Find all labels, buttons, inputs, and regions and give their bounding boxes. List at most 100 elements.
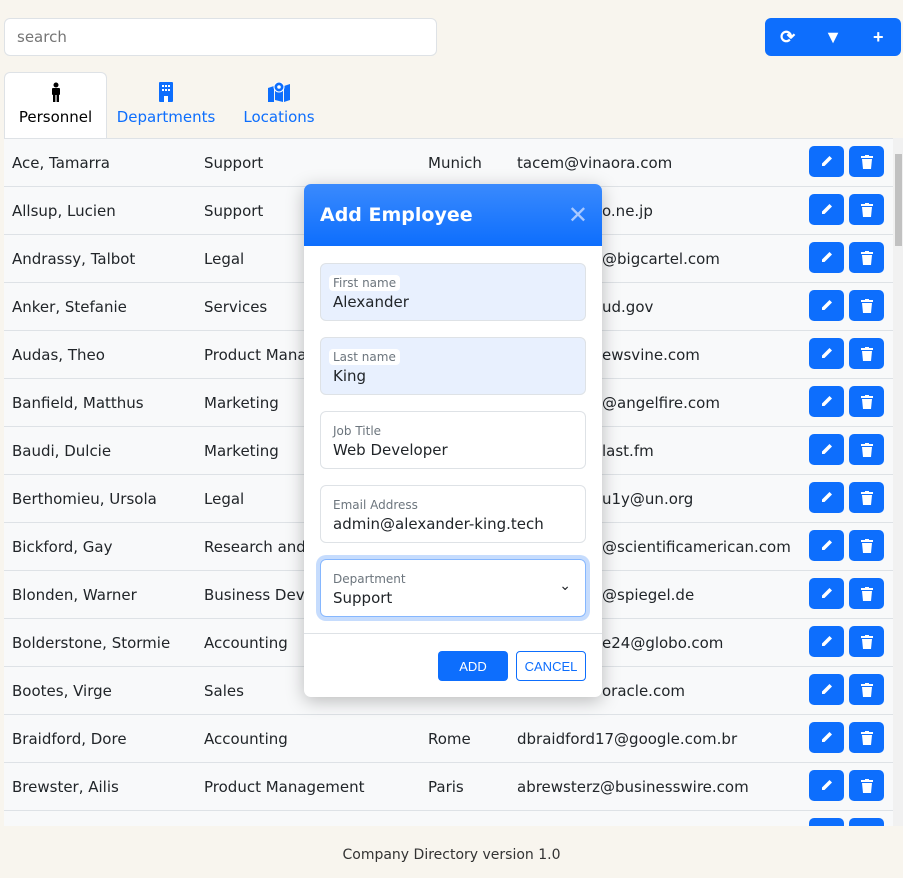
employee-email: tacem@vinaora.com bbox=[517, 154, 673, 172]
pencil-icon bbox=[822, 540, 832, 550]
employee-email: @bigcartel.com bbox=[602, 250, 720, 268]
delete-button[interactable] bbox=[849, 338, 884, 369]
tab-personnel[interactable]: Personnel bbox=[4, 72, 107, 138]
tab-departments[interactable]: Departments bbox=[112, 72, 220, 138]
delete-button[interactable] bbox=[849, 194, 884, 225]
edit-button[interactable] bbox=[809, 146, 844, 177]
field-value: Web Developer bbox=[333, 441, 448, 459]
cancel-button[interactable]: CANCEL bbox=[516, 651, 586, 681]
employee-name: Berthomieu, Ursola bbox=[12, 490, 157, 508]
tab-label: Locations bbox=[243, 108, 315, 126]
employee-name: Braidford, Dore bbox=[12, 730, 127, 748]
edit-button[interactable] bbox=[809, 386, 844, 417]
employee-name: Andrassy, Talbot bbox=[12, 250, 136, 268]
edit-button[interactable] bbox=[809, 578, 844, 609]
pencil-icon bbox=[822, 252, 832, 262]
field-label: Department bbox=[333, 572, 406, 586]
delete-button[interactable] bbox=[849, 386, 884, 417]
pencil-icon bbox=[822, 780, 832, 790]
search-input[interactable] bbox=[4, 18, 437, 56]
delete-button[interactable] bbox=[849, 530, 884, 561]
delete-button[interactable] bbox=[849, 722, 884, 753]
employee-name: Allsup, Lucien bbox=[12, 202, 116, 220]
pencil-icon bbox=[822, 444, 832, 454]
employee-email: @angelfire.com bbox=[602, 394, 720, 412]
edit-button[interactable] bbox=[809, 674, 844, 705]
delete-button[interactable] bbox=[849, 434, 884, 465]
field-label: First name bbox=[329, 275, 401, 291]
scrollbar[interactable] bbox=[893, 138, 903, 826]
edit-button[interactable] bbox=[809, 482, 844, 513]
trash-icon bbox=[860, 298, 873, 313]
delete-button[interactable] bbox=[849, 146, 884, 177]
employee-name: Bootes, Virge bbox=[12, 682, 112, 700]
delete-button[interactable] bbox=[849, 674, 884, 705]
employee-location: Rome bbox=[428, 730, 471, 748]
field-value: admin@alexander-king.tech bbox=[333, 515, 544, 533]
edit-button[interactable] bbox=[809, 338, 844, 369]
edit-button[interactable] bbox=[809, 242, 844, 273]
trash-icon bbox=[860, 634, 873, 649]
field-value: King bbox=[333, 367, 367, 385]
refresh-icon[interactable]: ⟳ bbox=[773, 27, 803, 48]
employee-name: Bickford, Gay bbox=[12, 538, 113, 556]
employee-department: Accounting bbox=[204, 730, 288, 748]
tab-locations[interactable]: Locations bbox=[225, 72, 333, 138]
field-value: Alexander bbox=[333, 293, 409, 311]
pencil-icon bbox=[822, 492, 832, 502]
email-field[interactable]: Email Address admin@alexander-king.tech bbox=[320, 485, 586, 543]
edit-button[interactable] bbox=[809, 626, 844, 657]
delete-button[interactable] bbox=[849, 626, 884, 657]
filter-icon[interactable]: ▼ bbox=[818, 27, 848, 48]
edit-button[interactable] bbox=[809, 290, 844, 321]
delete-button[interactable] bbox=[849, 770, 884, 801]
employee-email: dbraidford17@google.com.br bbox=[517, 730, 738, 748]
employee-email: o.ne.jp bbox=[602, 202, 653, 220]
delete-button[interactable] bbox=[849, 818, 884, 826]
add-button[interactable]: ADD bbox=[438, 651, 508, 681]
edit-button[interactable] bbox=[809, 722, 844, 753]
employee-email: u1y@un.org bbox=[602, 490, 694, 508]
plus-icon[interactable]: + bbox=[863, 27, 893, 48]
department-select[interactable]: Department Support ⌄ bbox=[320, 559, 586, 617]
employee-department: Product Management bbox=[204, 778, 365, 796]
scrollbar-thumb[interactable] bbox=[895, 154, 902, 246]
edit-button[interactable] bbox=[809, 194, 844, 225]
edit-button[interactable] bbox=[809, 818, 844, 826]
employee-name: Banfield, Matthus bbox=[12, 394, 144, 412]
employee-name: Baudi, Dulcie bbox=[12, 442, 112, 460]
delete-button[interactable] bbox=[849, 578, 884, 609]
person-icon bbox=[51, 82, 60, 102]
table-row bbox=[4, 811, 893, 826]
first-name-field[interactable]: First name Alexander bbox=[320, 263, 586, 321]
trash-icon bbox=[860, 442, 873, 457]
employee-department: Marketing bbox=[204, 394, 279, 412]
employee-location: Paris bbox=[428, 778, 464, 796]
footer-text: Company Directory version 1.0 bbox=[342, 847, 561, 863]
edit-button[interactable] bbox=[809, 770, 844, 801]
delete-button[interactable] bbox=[849, 482, 884, 513]
employee-name: Brewster, Ailis bbox=[12, 778, 119, 796]
delete-button[interactable] bbox=[849, 242, 884, 273]
employee-email: @spiegel.de bbox=[602, 586, 695, 604]
close-icon[interactable]: ✕ bbox=[568, 201, 588, 230]
employee-department: Services bbox=[204, 298, 268, 316]
pencil-icon bbox=[822, 204, 832, 214]
employee-name: Bolderstone, Stormie bbox=[12, 634, 171, 652]
toolbar: ⟳ ▼ + bbox=[765, 18, 901, 56]
trash-icon bbox=[860, 682, 873, 697]
pencil-icon bbox=[822, 684, 832, 694]
pencil-icon bbox=[822, 396, 832, 406]
last-name-field[interactable]: Last name King bbox=[320, 337, 586, 395]
trash-icon bbox=[860, 778, 873, 793]
employee-email: @scientificamerican.com bbox=[602, 538, 791, 556]
employee-name: Blonden, Warner bbox=[12, 586, 137, 604]
delete-button[interactable] bbox=[849, 290, 884, 321]
trash-icon bbox=[860, 586, 873, 601]
employee-department: Legal bbox=[204, 490, 245, 508]
edit-button[interactable] bbox=[809, 530, 844, 561]
trash-icon bbox=[860, 202, 873, 217]
edit-button[interactable] bbox=[809, 434, 844, 465]
job-title-field[interactable]: Job Title Web Developer bbox=[320, 411, 586, 469]
employee-email: abrewsterz@businesswire.com bbox=[517, 778, 749, 796]
